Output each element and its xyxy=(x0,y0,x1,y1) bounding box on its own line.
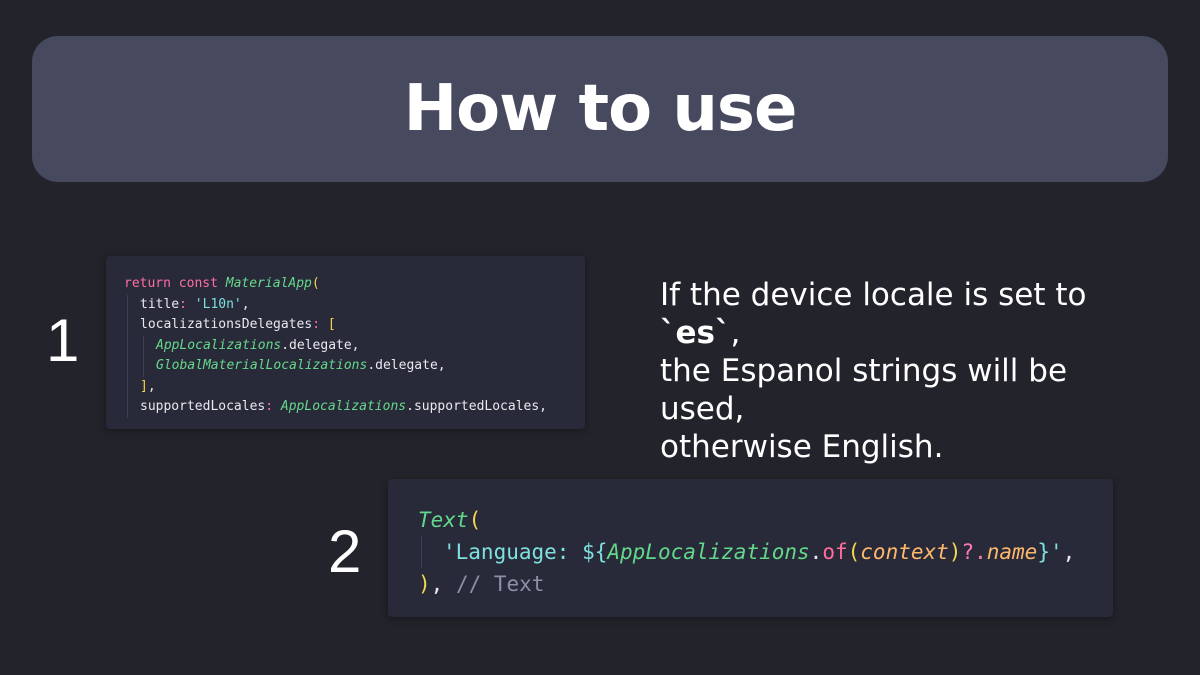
description-line1-end: , xyxy=(730,315,741,351)
code-line: title: 'L10n', xyxy=(124,294,547,315)
code-snippet-2: Text( 'Language: ${AppLocalizations.of(co… xyxy=(388,479,1113,617)
title-banner: How to use xyxy=(32,36,1168,182)
code-line: Text( xyxy=(418,508,482,532)
description-line3: otherwise English. xyxy=(660,429,944,465)
code-lines-2: Text( 'Language: ${AppLocalizations.of(co… xyxy=(418,504,1075,600)
code-line: localizationsDelegates: [ xyxy=(124,315,547,336)
step-number-2: 2 xyxy=(328,518,362,585)
code-line: GlobalMaterialLocalizations.delegate, xyxy=(124,356,547,377)
code-line: ], xyxy=(124,376,547,397)
locale-code: `es` xyxy=(660,315,731,351)
description-text: If the device locale is set to `es`, the… xyxy=(660,276,1160,466)
page-title: How to use xyxy=(403,72,798,146)
code-line: supportedLocales: AppLocalizations.suppo… xyxy=(124,397,547,418)
code-line: ), // Text xyxy=(418,572,545,596)
code-snippet-1: return const MaterialApp( title: 'L10n', l… xyxy=(106,256,585,429)
code-line: return const MaterialApp( xyxy=(124,276,320,291)
description-line1: If the device locale is set to xyxy=(660,277,1087,313)
step-number-1: 1 xyxy=(46,307,80,374)
code-lines-1: return const MaterialApp( title: 'L10n', l… xyxy=(124,274,547,418)
description-line2: the Espanol strings will be used, xyxy=(660,353,1068,427)
code-line: AppLocalizations.delegate, xyxy=(124,335,547,356)
code-line: 'Language: ${AppLocalizations.of(context… xyxy=(418,536,1075,568)
